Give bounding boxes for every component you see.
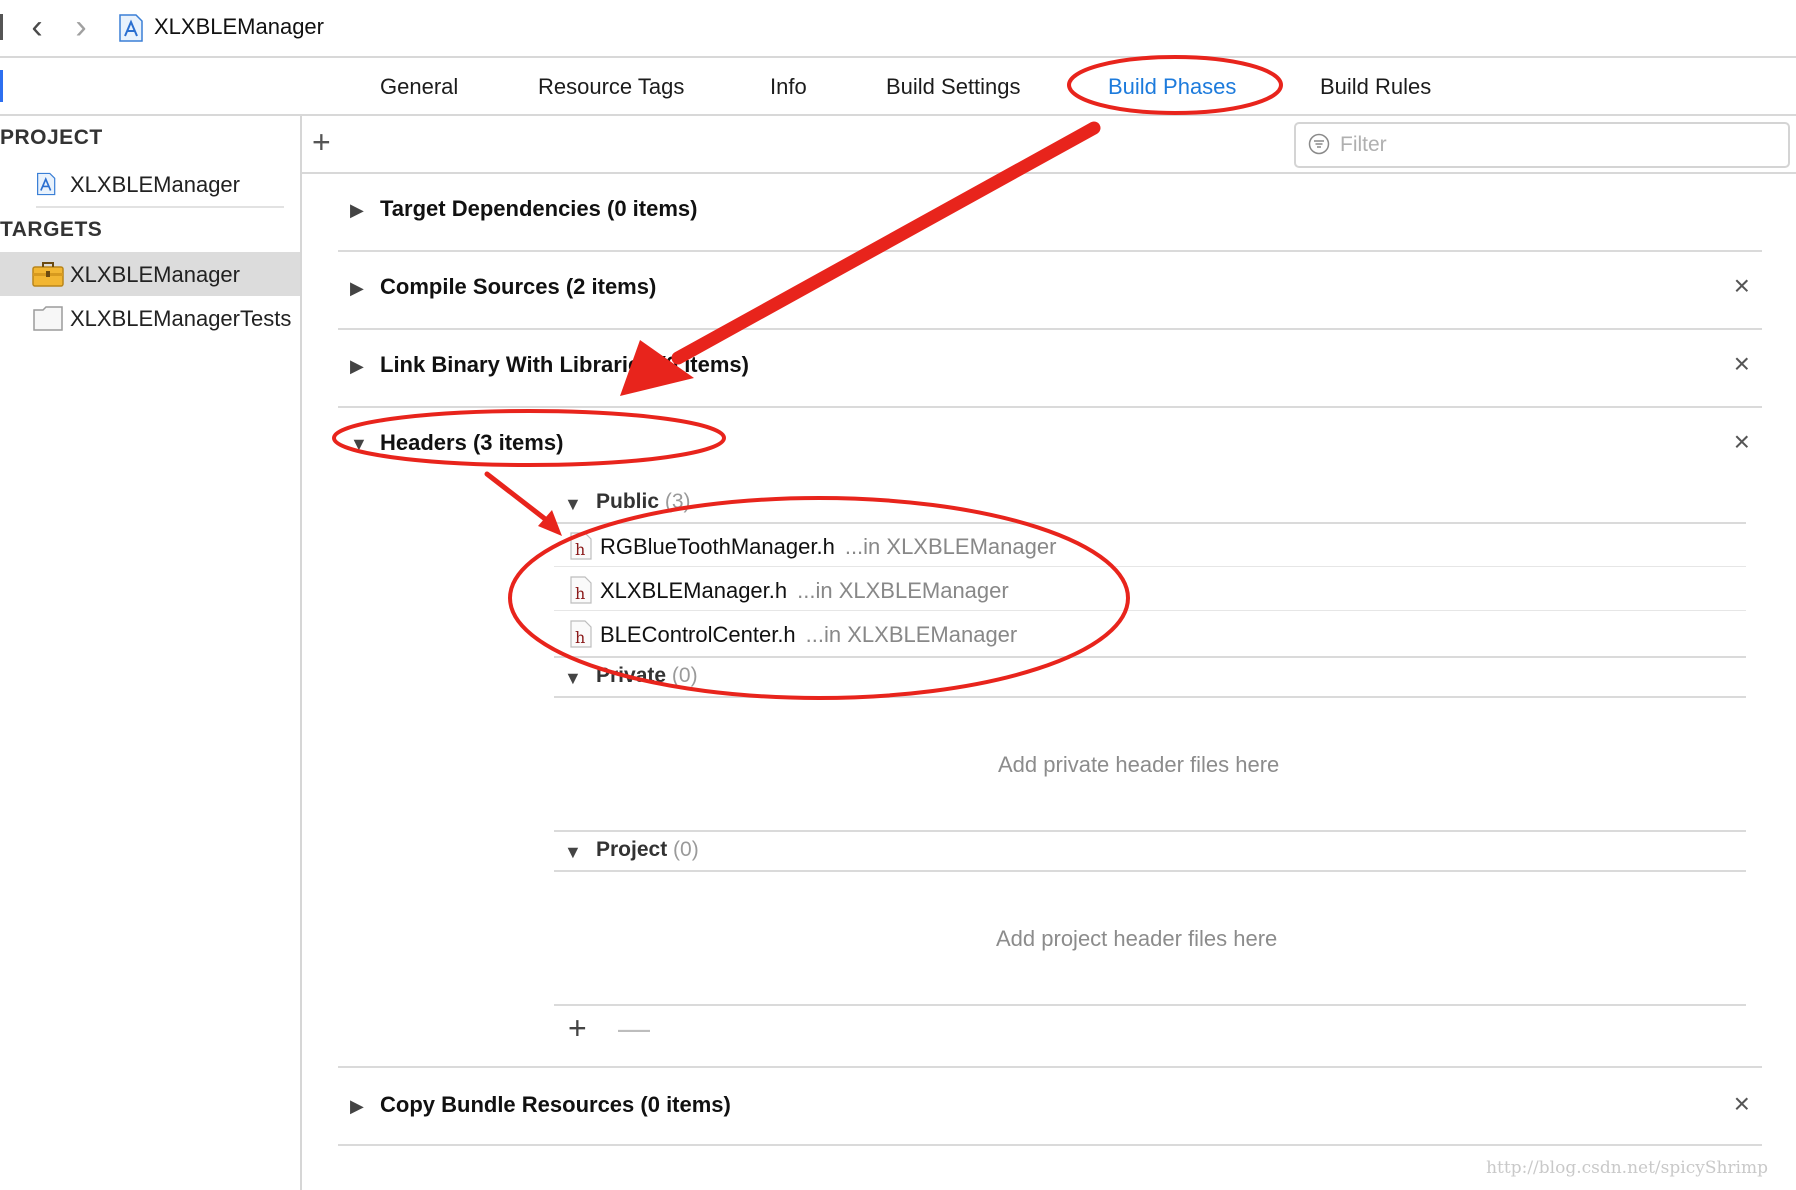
phase-title: Compile Sources (2 items) [380, 274, 657, 299]
public-headers-group[interactable]: Public (3) [596, 490, 691, 514]
group-count: (3) [664, 490, 691, 513]
header-file-icon: h [570, 576, 592, 604]
arrow-shaft [484, 471, 552, 525]
phase-headers[interactable]: ▼ Headers (3 items) × [338, 414, 1762, 474]
file-name: RGBlueToothManager.h [600, 534, 835, 559]
tab-general[interactable]: General [380, 74, 458, 100]
group-label: Public [596, 490, 660, 513]
filter-field[interactable] [1294, 122, 1790, 168]
sidebar-item-target-tests[interactable]: XLXBLEManagerTests [0, 296, 300, 340]
phase-title: Copy Bundle Resources (0 items) [380, 1092, 731, 1117]
svg-text:h: h [575, 628, 585, 647]
group-label: Project [596, 838, 668, 861]
forward-button[interactable]: › [64, 10, 98, 44]
header-file-row[interactable]: h RGBlueToothManager.h ...in XLXBLEManage… [554, 526, 1746, 568]
add-header-button[interactable]: + [568, 1012, 587, 1044]
svg-text:h: h [575, 540, 585, 559]
sidebar-item-label: XLXBLEManagerTests [70, 306, 292, 331]
divider [338, 250, 1762, 252]
file-location: ...in XLXBLEManager [797, 578, 1009, 603]
add-build-phase-button[interactable]: + [312, 126, 331, 158]
test-bundle-icon [33, 306, 63, 331]
app-target-icon [32, 262, 64, 287]
project-breadcrumb[interactable]: XLXBLEManager [154, 14, 324, 40]
disclosure-triangle-icon: ▶ [350, 356, 364, 376]
divider [554, 1004, 1746, 1006]
group-count: (0) [671, 664, 698, 687]
phase-compile-sources[interactable]: ▶ Compile Sources (2 items) × [338, 258, 1762, 318]
window-edge-mark [0, 14, 3, 40]
phase-title: Target Dependencies (0 items) [380, 196, 698, 221]
tab-info[interactable]: Info [770, 74, 807, 100]
disclosure-triangle-icon: ▼ [350, 434, 368, 454]
private-empty-message: Add private header files here [998, 752, 1280, 777]
divider [554, 696, 1746, 698]
project-headers-group[interactable]: Project (0) [596, 838, 699, 862]
divider [338, 1066, 1762, 1068]
tab-build-settings[interactable]: Build Settings [886, 74, 1021, 100]
file-location: ...in XLXBLEManager [844, 534, 1057, 559]
divider [554, 830, 1746, 832]
remove-header-button[interactable]: — [618, 1012, 650, 1044]
delete-phase-icon[interactable]: × [1734, 426, 1750, 458]
disclosure-triangle-icon[interactable]: ▼ [564, 842, 582, 863]
phase-target-dependencies[interactable]: ▶ Target Dependencies (0 items) [338, 180, 1762, 240]
chevron-right-icon: › [75, 8, 87, 46]
divider [338, 1144, 1762, 1146]
sidebar-item-label: XLXBLEManager [70, 172, 240, 197]
header-file-row[interactable]: h XLXBLEManager.h ...in XLXBLEManager [554, 570, 1746, 612]
file-name: BLEControlCenter.h [600, 622, 796, 647]
group-label: Private [596, 664, 667, 687]
header-file-row[interactable]: h BLEControlCenter.h ...in XLXBLEManager [554, 614, 1746, 656]
filter-input[interactable] [1338, 130, 1772, 160]
delete-phase-icon[interactable]: × [1734, 1088, 1750, 1120]
xcode-project-icon [119, 14, 143, 42]
phase-link-binary[interactable]: ▶ Link Binary With Libraries (0 items) × [338, 336, 1762, 396]
file-name: XLXBLEManager.h [600, 578, 788, 603]
divider [554, 522, 1746, 524]
project-navigator: PROJECT XLXBLEManager TARGETS XLXBLEMana… [0, 116, 302, 1190]
delete-phase-icon[interactable]: × [1734, 270, 1750, 302]
disclosure-triangle-icon[interactable]: ▼ [564, 494, 582, 515]
filter-icon [1308, 133, 1330, 155]
phase-title: Headers (3 items) [380, 430, 564, 455]
watermark: http://blog.csdn.net/spicyShrimp [1486, 1158, 1768, 1178]
divider [338, 406, 1762, 408]
svg-text:h: h [575, 584, 585, 603]
project-heading: PROJECT [0, 126, 103, 149]
project-empty-message: Add project header files here [996, 926, 1278, 951]
sidebar-item-project[interactable]: XLXBLEManager [0, 162, 300, 206]
chevron-left-icon: ‹ [31, 8, 43, 46]
delete-phase-icon[interactable]: × [1734, 348, 1750, 380]
file-location: ...in XLXBLEManager [805, 622, 1018, 647]
phase-copy-bundle-resources[interactable]: ▶ Copy Bundle Resources (0 items) × [338, 1076, 1762, 1136]
tab-build-phases[interactable]: Build Phases [1108, 74, 1236, 100]
header-file-icon: h [570, 620, 592, 648]
tab-build-rules[interactable]: Build Rules [1320, 74, 1431, 100]
phase-title: Link Binary With Libraries (0 items) [380, 352, 749, 377]
selection-indicator [0, 70, 3, 102]
tab-resource-tags[interactable]: Resource Tags [538, 74, 684, 100]
divider [554, 610, 1746, 611]
divider [554, 870, 1746, 872]
divider [36, 206, 284, 208]
disclosure-triangle-icon: ▶ [350, 278, 364, 298]
group-count: (0) [673, 838, 699, 861]
header-file-icon: h [570, 532, 592, 560]
disclosure-triangle-icon[interactable]: ▼ [564, 668, 582, 689]
private-headers-group[interactable]: Private (0) [596, 664, 698, 688]
back-button[interactable]: ‹ [20, 10, 54, 44]
disclosure-triangle-icon: ▶ [350, 200, 364, 220]
disclosure-triangle-icon: ▶ [350, 1096, 364, 1116]
sidebar-item-label: XLXBLEManager [70, 262, 240, 287]
targets-heading: TARGETS [0, 218, 103, 241]
xcode-project-icon [37, 172, 56, 196]
divider [338, 328, 1762, 330]
sidebar-item-target-app[interactable]: XLXBLEManager [0, 252, 300, 296]
divider [554, 566, 1746, 567]
divider [554, 656, 1746, 658]
